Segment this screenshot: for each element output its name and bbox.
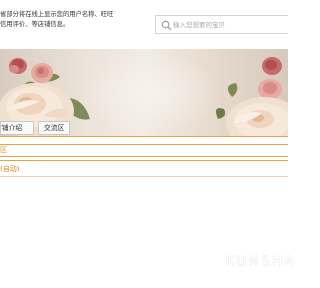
search-input[interactable]	[173, 18, 283, 31]
search-box[interactable]	[155, 15, 288, 34]
notice-text: 省部分将在线上显示您的用户名称、旺旺 信用评价、等店铺信息。	[0, 11, 114, 28]
section-bar-1: 区	[0, 144, 288, 157]
search-icon[interactable]	[161, 20, 172, 31]
tab-divider-line	[0, 136, 288, 137]
section-label-1: 区	[0, 146, 7, 154]
section-divider-line	[0, 160, 288, 161]
tab-discussion-label: 交流区	[44, 124, 65, 132]
watermark-en: KUNSHA	[225, 254, 296, 270]
tab-shop-intro[interactable]: 店铺介绍	[0, 121, 34, 135]
top-bar: 省部分将在线上显示您的用户名称、旺旺 信用评价、等店铺信息。	[0, 0, 288, 48]
tab-discussion[interactable]: 交流区	[38, 121, 71, 135]
section-label-2: (自动)	[0, 165, 20, 173]
shop-tabs: 店铺介绍 交流区	[0, 121, 71, 136]
watermark-cn: 昆山	[260, 244, 278, 253]
watermark: 昆山 KUNSHA	[225, 243, 296, 270]
tab-shop-intro-label: 店铺介绍	[1, 124, 23, 132]
section-bottom-line	[0, 176, 288, 177]
